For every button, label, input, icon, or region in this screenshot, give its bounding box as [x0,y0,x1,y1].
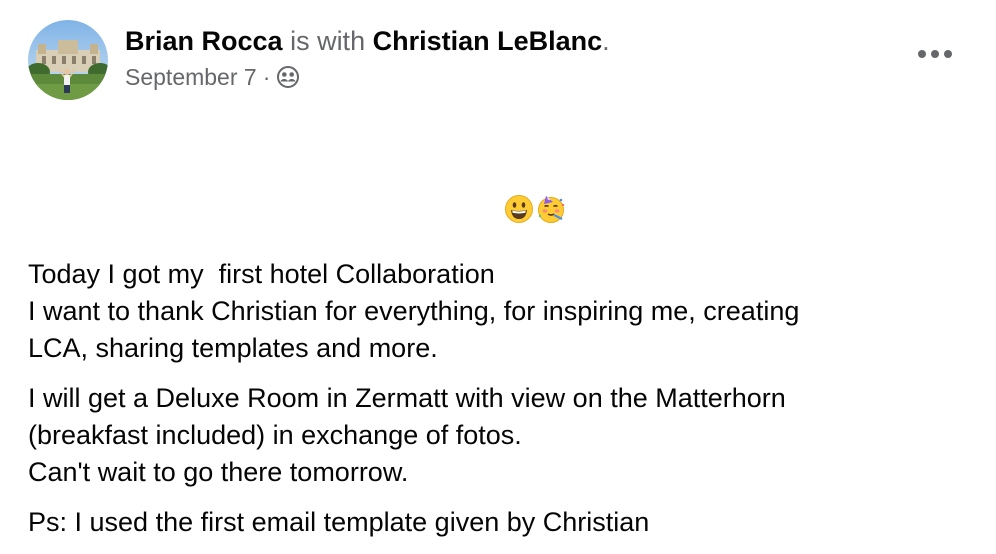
post-line: I will get a Deluxe Room in Zermatt with… [28,383,786,413]
post-paragraph: I will get a Deluxe Room in Zermatt with… [28,380,958,491]
post-date-link[interactable]: September 7 [125,63,257,91]
post-line: LCA, sharing templates and more. [28,333,438,363]
author-line: Brian Rocca is with Christian LeBlanc. [125,24,610,58]
friends-icon[interactable] [276,65,300,89]
end-punctuation: . [602,26,610,56]
avatar-photo [28,20,108,100]
post-line: Ps: I used the first email template give… [28,507,650,537]
date-line: September 7 · [125,63,610,91]
post-line: (breakfast included) in exchange of foto… [28,420,522,450]
post-line: Can't wait to go there tomorrow. [28,457,409,487]
post-line: Today I got my first hotel Collaboration [28,120,958,293]
post-paragraph: Ps: I used the first email template give… [28,504,958,541]
meta-separator: · [262,64,271,90]
more-dot [944,50,952,58]
post-header: Brian Rocca is with Christian LeBlanc. S… [28,20,610,100]
author-avatar[interactable] [28,20,108,100]
post-meta: Brian Rocca is with Christian LeBlanc. S… [125,24,610,91]
more-options-icon[interactable] [918,44,952,64]
post-line: I want to thank Christian for everything… [28,296,800,326]
post-body: Today I got my first hotel Collaboration [28,120,958,554]
author-name-link[interactable]: Brian Rocca [125,26,283,56]
grinning-face-emoji-icon [504,120,534,223]
with-connector: is with [282,26,373,56]
partying-face-emoji-icon [536,120,566,223]
tagged-friend-link[interactable]: Christian LeBlanc [373,26,603,56]
more-dot [918,50,926,58]
post-paragraph: Today I got my first hotel Collaboration [28,120,958,367]
facebook-post: Brian Rocca is with Christian LeBlanc. S… [0,0,996,537]
more-dot [931,50,939,58]
